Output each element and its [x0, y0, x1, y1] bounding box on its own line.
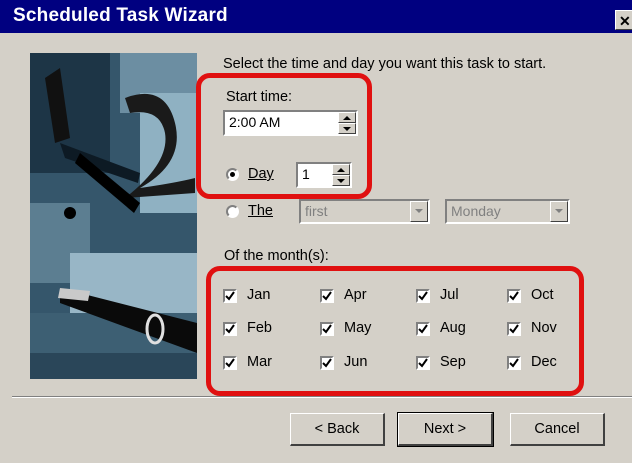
checkmark-icon — [418, 324, 428, 334]
start-time-spinner[interactable] — [338, 112, 356, 134]
month-checkbox[interactable] — [507, 356, 521, 370]
checkmark-icon — [509, 324, 519, 334]
instructions-text: Select the time and day you want this ta… — [223, 56, 547, 72]
the-label-text: The — [248, 203, 273, 219]
wizard-window: Scheduled Task Wizard ✕ Select the time … — [0, 0, 632, 463]
month-label: Jul — [440, 287, 459, 303]
month-label: Mar — [247, 354, 272, 370]
start-time-label: Start time: — [226, 89, 293, 105]
weekday-select-value: Monday — [451, 203, 501, 219]
checkmark-icon — [509, 358, 519, 368]
month-label: Dec — [531, 354, 557, 370]
spin-up-icon[interactable] — [338, 112, 356, 123]
start-time-value: 2:00 AM — [229, 114, 281, 130]
week-select-value: first — [305, 203, 328, 219]
month-checkbox[interactable] — [223, 356, 237, 370]
checkmark-icon — [322, 291, 332, 301]
checkmark-icon — [418, 291, 428, 301]
the-radio[interactable] — [226, 205, 239, 218]
day-number-value: 1 — [302, 166, 310, 182]
month-checkbox[interactable] — [320, 322, 334, 336]
close-icon: ✕ — [619, 13, 631, 29]
month-checkbox[interactable] — [416, 356, 430, 370]
spin-down-icon[interactable] — [332, 175, 350, 186]
checkmark-icon — [225, 324, 235, 334]
month-checkbox[interactable] — [223, 322, 237, 336]
day-radio[interactable] — [226, 168, 239, 181]
month-checkbox[interactable] — [416, 289, 430, 303]
month-label: Aug — [440, 320, 466, 336]
month-checkbox[interactable] — [320, 289, 334, 303]
title-bar: Scheduled Task Wizard ✕ — [0, 0, 632, 33]
week-select[interactable]: first — [299, 199, 430, 224]
wizard-clock-pen-picture — [30, 53, 197, 379]
checkmark-icon — [322, 324, 332, 334]
start-time-field[interactable]: 2:00 AM — [223, 110, 358, 136]
checkmark-icon — [509, 291, 519, 301]
checkmark-icon — [225, 291, 235, 301]
month-checkbox[interactable] — [507, 289, 521, 303]
cancel-button[interactable]: Cancel — [510, 413, 605, 446]
month-checkbox[interactable] — [320, 356, 334, 370]
month-label: Sep — [440, 354, 466, 370]
month-label: Jun — [344, 354, 368, 370]
separator-line — [12, 396, 632, 398]
month-checkbox[interactable] — [223, 289, 237, 303]
back-button[interactable]: < Back — [290, 413, 385, 446]
months-label: Of the month(s): — [224, 248, 329, 264]
month-label: Feb — [247, 320, 272, 336]
month-label: Apr — [344, 287, 367, 303]
month-label: May — [344, 320, 372, 336]
day-number-spinner[interactable] — [332, 164, 350, 186]
checkmark-icon — [418, 358, 428, 368]
spin-down-icon[interactable] — [338, 123, 356, 134]
spin-up-icon[interactable] — [332, 164, 350, 175]
window-title: Scheduled Task Wizard — [13, 5, 228, 26]
month-label: Jan — [247, 287, 271, 303]
close-button[interactable]: ✕ — [615, 10, 632, 30]
day-radio-label: Day — [248, 166, 274, 182]
checkmark-icon — [225, 358, 235, 368]
day-label-text: Day — [248, 166, 274, 182]
month-checkbox[interactable] — [507, 322, 521, 336]
month-label: Nov — [531, 320, 557, 336]
chevron-down-icon[interactable] — [550, 201, 568, 222]
month-label: Oct — [531, 287, 554, 303]
day-number-field[interactable]: 1 — [296, 162, 352, 188]
chevron-down-icon[interactable] — [410, 201, 428, 222]
weekday-select[interactable]: Monday — [445, 199, 570, 224]
checkmark-icon — [322, 358, 332, 368]
clock-pen-illustration — [30, 53, 197, 379]
next-button[interactable]: Next > — [397, 412, 494, 447]
month-checkbox[interactable] — [416, 322, 430, 336]
the-radio-label: The — [248, 203, 273, 219]
